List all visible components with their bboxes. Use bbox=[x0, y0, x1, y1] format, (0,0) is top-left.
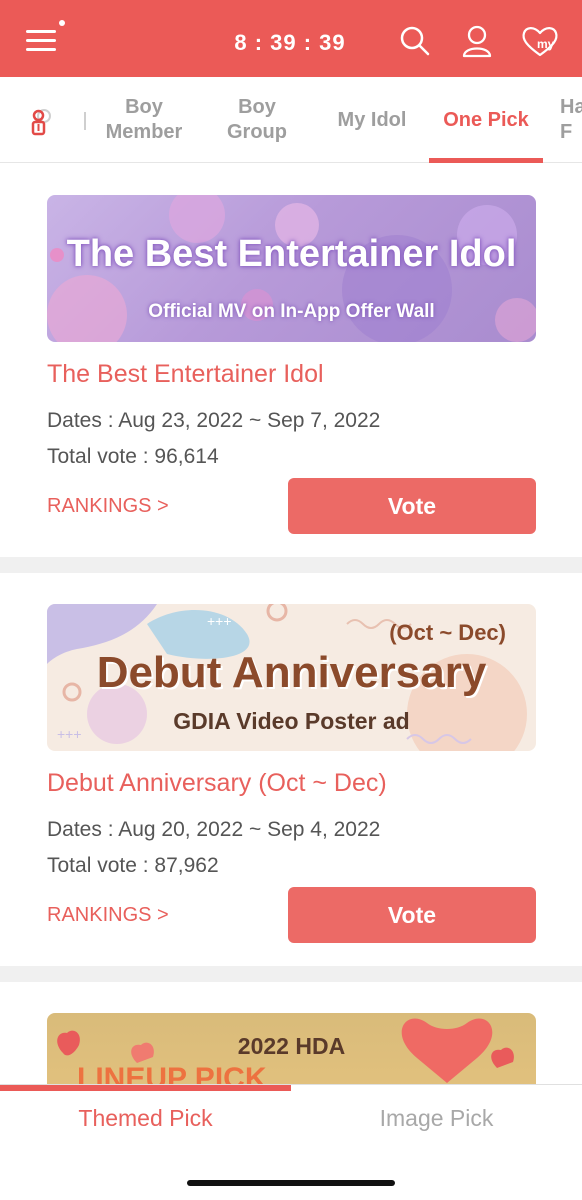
banner-subtitle: Official MV on In-App Offer Wall bbox=[148, 301, 435, 322]
tab-my-idol[interactable]: My Idol bbox=[320, 77, 424, 162]
banner-title: The Best Entertainer Idol bbox=[66, 233, 517, 275]
pick-card: LINEUP PICK 2022 HDA bbox=[0, 982, 582, 1084]
event-title[interactable]: The Best Entertainer Idol bbox=[47, 360, 324, 389]
pick-card: The Best Entertainer Idol Official MV on… bbox=[0, 164, 582, 557]
event-total-vote: Total vote : 87,962 bbox=[47, 854, 219, 877]
tab-themed-pick[interactable]: Themed Pick bbox=[0, 1105, 291, 1132]
heart-my-icon[interactable]: my bbox=[520, 24, 560, 58]
tab-image-pick[interactable]: Image Pick bbox=[291, 1105, 582, 1132]
event-dates: Dates : Aug 20, 2022 ~ Sep 4, 2022 bbox=[47, 818, 381, 841]
idol-pin-icon[interactable] bbox=[28, 107, 54, 137]
vote-button[interactable]: Vote bbox=[288, 478, 536, 534]
event-title[interactable]: Debut Anniversary (Oct ~ Dec) bbox=[47, 769, 387, 798]
tab-boy-member[interactable]: Boy Member bbox=[96, 77, 192, 162]
menu-icon[interactable] bbox=[26, 20, 65, 56]
vote-button[interactable]: Vote bbox=[288, 887, 536, 943]
tab-boy-group[interactable]: Boy Group bbox=[209, 77, 305, 162]
search-icon[interactable] bbox=[398, 24, 432, 58]
event-banner[interactable]: LINEUP PICK 2022 HDA bbox=[47, 1013, 536, 1084]
pick-list[interactable]: The Best Entertainer Idol Official MV on… bbox=[0, 164, 582, 1084]
profile-icon[interactable] bbox=[460, 24, 494, 58]
home-indicator[interactable] bbox=[187, 1180, 395, 1186]
banner-title: 2022 HDA bbox=[237, 1033, 346, 1059]
countdown-clock: 8 : 39 : 39 bbox=[234, 30, 346, 55]
rankings-link[interactable]: RANKINGS > bbox=[47, 495, 169, 518]
bottom-tab-indicator bbox=[0, 1085, 291, 1091]
card-separator bbox=[0, 557, 582, 573]
event-dates: Dates : Aug 23, 2022 ~ Sep 7, 2022 bbox=[47, 409, 381, 432]
banner-period: (Oct ~ Dec) bbox=[389, 620, 506, 645]
notification-dot bbox=[59, 20, 65, 26]
tab-one-pick[interactable]: One Pick bbox=[429, 77, 543, 162]
my-label: my bbox=[537, 37, 555, 51]
event-banner[interactable]: +++ +++ (Oct ~ Dec) Debut Anniversary GD… bbox=[47, 604, 536, 751]
category-tabs: Boy Member Boy Group My Idol One Pick Ha… bbox=[0, 77, 582, 163]
rankings-link[interactable]: RANKINGS > bbox=[47, 904, 169, 927]
event-banner[interactable]: The Best Entertainer Idol Official MV on… bbox=[47, 195, 536, 342]
svg-text:+++: +++ bbox=[207, 613, 232, 629]
top-app-bar: 8 : 39 : 39 my bbox=[0, 0, 582, 77]
banner-subtitle: GDIA Video Poster ad bbox=[173, 708, 410, 734]
svg-text:LINEUP PICK: LINEUP PICK bbox=[77, 1062, 267, 1084]
tab-divider bbox=[84, 112, 86, 130]
pick-card: +++ +++ (Oct ~ Dec) Debut Anniversary GD… bbox=[0, 573, 582, 966]
active-tab-indicator bbox=[429, 158, 543, 163]
card-separator bbox=[0, 966, 582, 982]
tab-partial[interactable]: Ha F bbox=[560, 77, 582, 162]
event-total-vote: Total vote : 96,614 bbox=[47, 445, 219, 468]
banner-title: Debut Anniversary bbox=[96, 648, 487, 697]
